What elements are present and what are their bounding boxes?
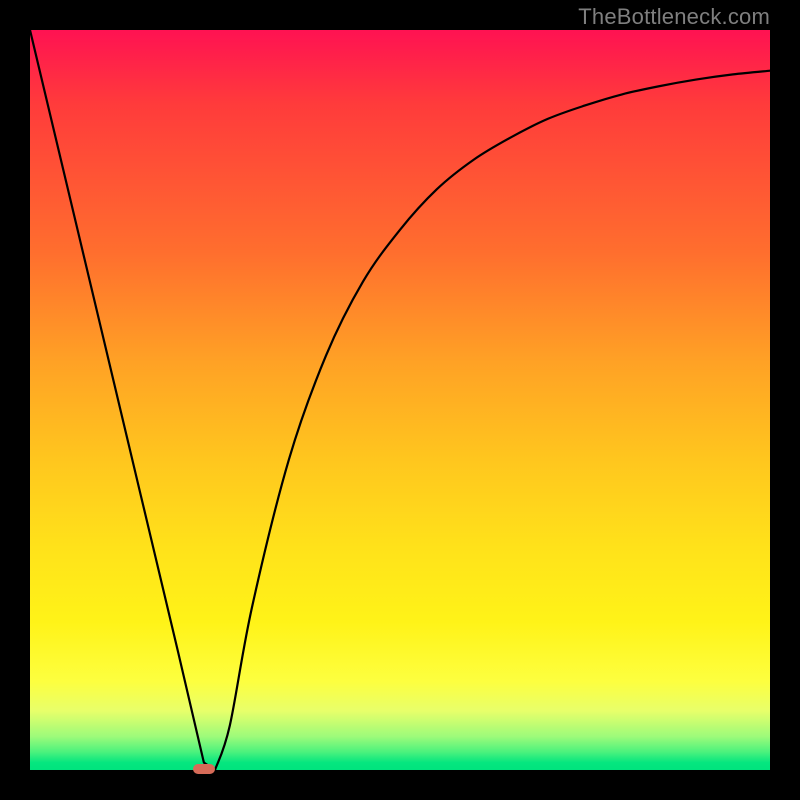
chart-frame: TheBottleneck.com: [0, 0, 800, 800]
bottleneck-curve: [30, 30, 770, 770]
minimum-marker: [193, 764, 215, 774]
watermark-text: TheBottleneck.com: [578, 4, 770, 30]
plot-area: [30, 30, 770, 770]
